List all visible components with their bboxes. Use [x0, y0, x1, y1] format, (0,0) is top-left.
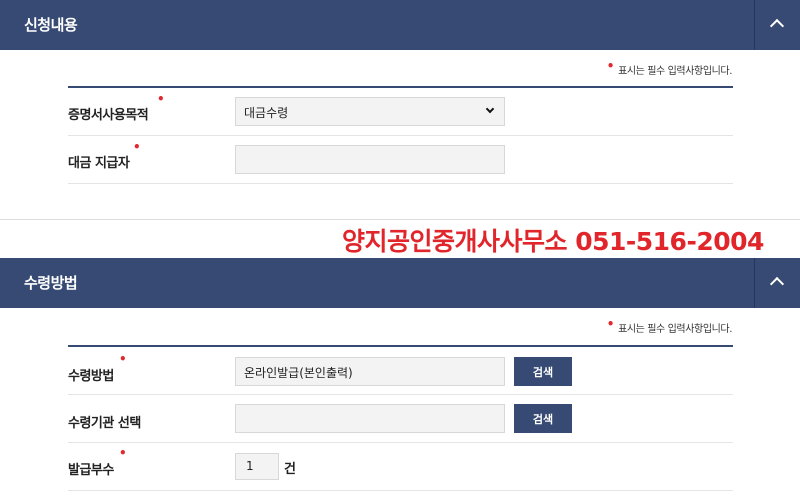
agency-label: 수령기관 선택 [68, 416, 141, 431]
section-title: 신청내용 [24, 16, 78, 34]
copies-input-value: 1 [246, 459, 254, 473]
collapse-button[interactable] [754, 258, 800, 308]
required-note-text: 표시는 필수 입력사항입니다. [618, 324, 732, 335]
collapse-button[interactable] [754, 0, 800, 50]
method-label: 수령방법 [68, 369, 114, 384]
form-top-divider [68, 86, 733, 88]
copies-unit: 건 [284, 462, 296, 477]
required-mark-icon: • [157, 92, 165, 106]
method-input-value: 온라인발급(본인출력) [244, 366, 353, 380]
required-mark-icon: • [133, 140, 141, 154]
form-top-divider [68, 345, 733, 347]
chevron-up-icon [769, 276, 785, 292]
payer-label: 대금 지급자 [68, 156, 130, 171]
section-divider [0, 219, 800, 220]
required-mark-icon: • [606, 59, 615, 73]
purpose-select-value: 대금수령 [244, 106, 289, 120]
row-divider [68, 135, 733, 136]
section-title: 수령방법 [24, 274, 78, 292]
required-mark-icon: • [119, 352, 127, 366]
agency-search-button[interactable]: 검색 [514, 404, 572, 433]
payer-input[interactable] [235, 145, 505, 174]
required-note: • 표시는 필수 입력사항입니다. [606, 317, 733, 335]
required-note-text: 표시는 필수 입력사항입니다. [618, 66, 732, 77]
copies-input[interactable]: 1 [235, 453, 279, 480]
row-divider [68, 183, 733, 184]
row-divider [68, 490, 733, 491]
promo-text: 양지공인중개사사무소 051-516-2004 [342, 227, 764, 256]
chevron-down-icon [485, 104, 495, 114]
method-input[interactable]: 온라인발급(본인출력) [235, 357, 505, 386]
chevron-up-icon [769, 18, 785, 34]
agency-input[interactable] [235, 404, 505, 433]
purpose-select[interactable]: 대금수령 [235, 97, 505, 126]
required-mark-icon: • [606, 317, 615, 331]
application-details-header: 신청내용 [0, 0, 800, 50]
required-mark-icon: • [119, 446, 127, 460]
receipt-method-header: 수령방법 [0, 258, 800, 308]
method-search-button[interactable]: 검색 [514, 357, 572, 386]
row-divider [68, 394, 733, 395]
row-divider [68, 442, 733, 443]
copies-label: 발급부수 [68, 463, 114, 478]
purpose-label: 증명서사용목적 [68, 108, 149, 123]
required-note: • 표시는 필수 입력사항입니다. [606, 59, 733, 77]
